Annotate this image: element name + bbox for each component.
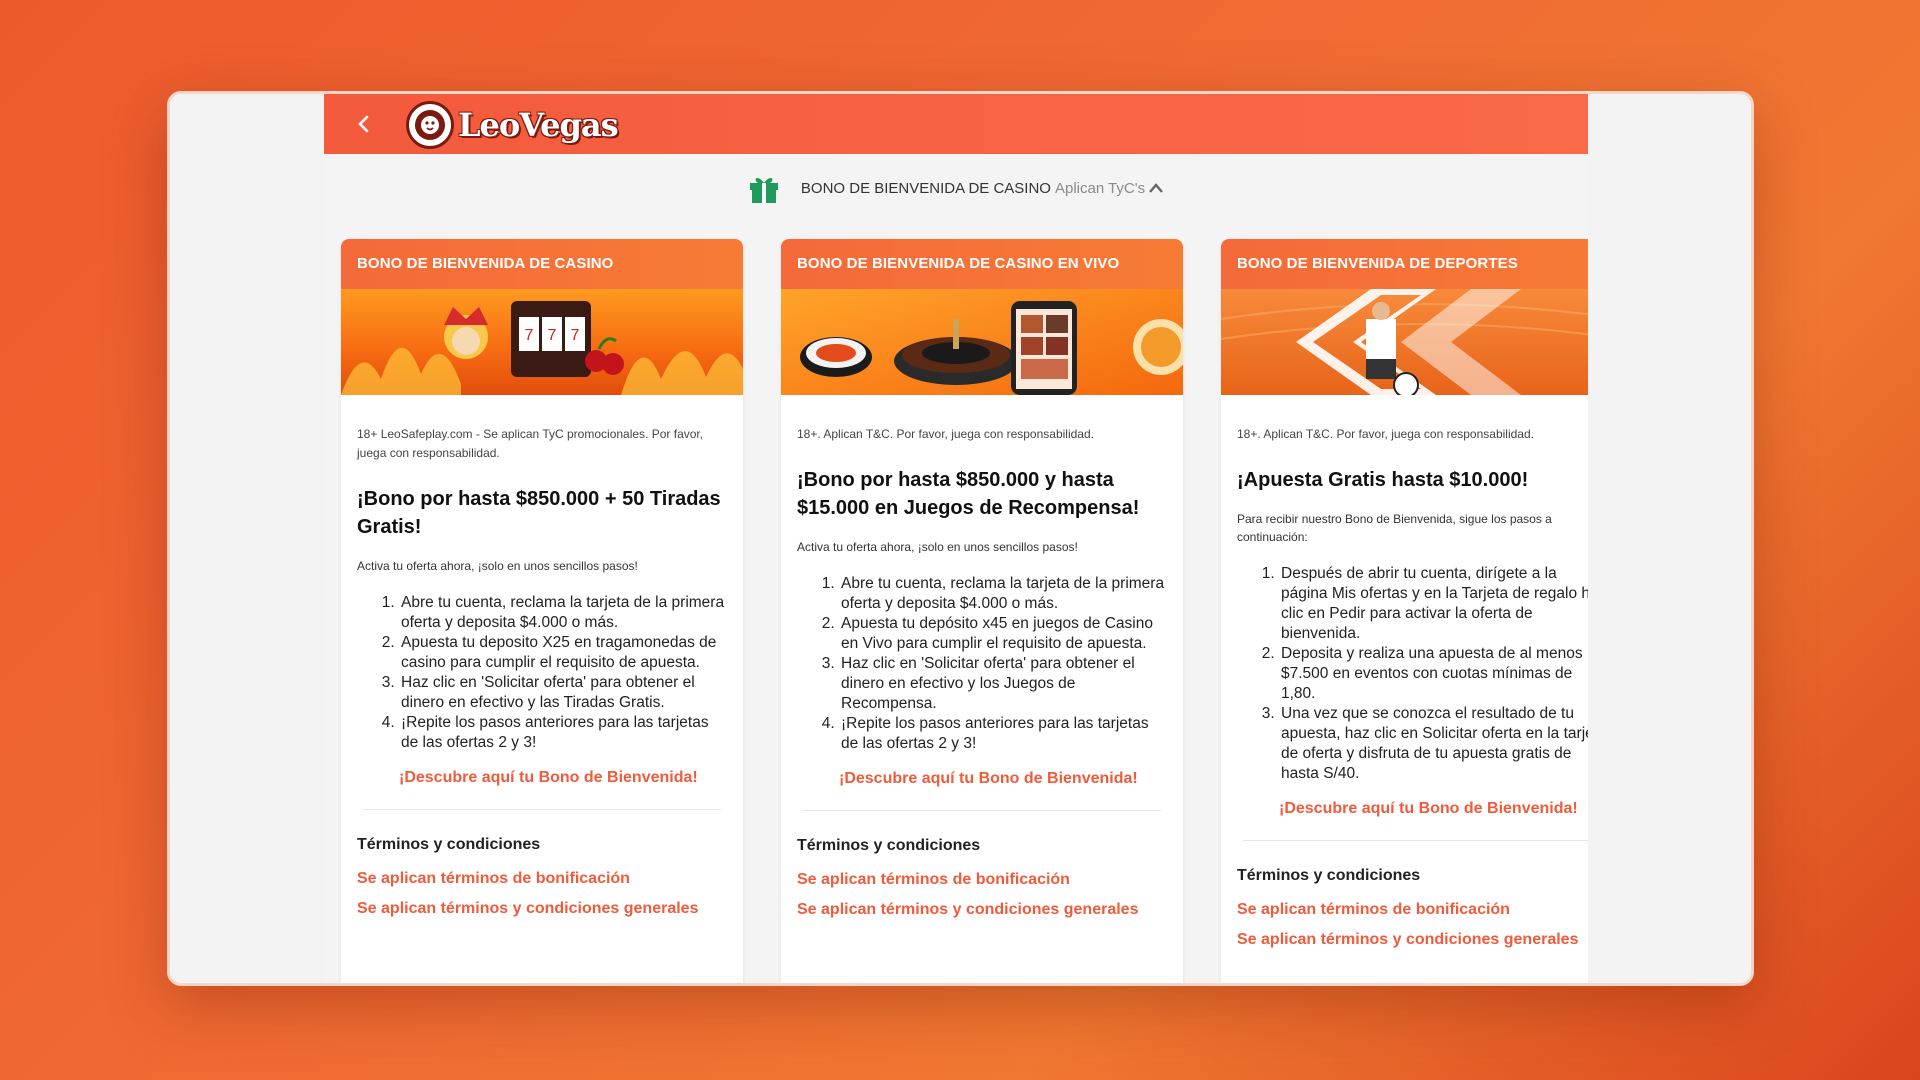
svg-text:7: 7 bbox=[525, 327, 534, 344]
svg-text:7: 7 bbox=[548, 327, 557, 344]
offer-headline: ¡Bono por hasta $850.000 y hasta $15.000… bbox=[797, 469, 1140, 519]
card-header: BONO DE BIENVENIDA DE CASINO EN VIVO bbox=[781, 239, 1183, 289]
sports-banner-image bbox=[1221, 289, 1588, 395]
casino-banner-image: 7 7 7 bbox=[341, 289, 743, 395]
discover-bonus-link[interactable]: ¡Descubre aquí tu Bono de Bienvenida! bbox=[797, 770, 1167, 788]
bonus-card-casino: BONO DE BIENVENIDA DE CASINO 7 7 7 18+ L… bbox=[341, 239, 743, 983]
bonus-selector[interactable]: BONO DE BIENVENIDA DE CASINO Aplican TyC… bbox=[324, 154, 1588, 222]
browser-frame: LeoVegas BONO DE BIENVENIDA DE CASINO Ap… bbox=[167, 91, 1754, 986]
general-terms-link[interactable]: Se aplican términos y condiciones genera… bbox=[1237, 931, 1588, 949]
site-page: LeoVegas BONO DE BIENVENIDA DE CASINO Ap… bbox=[324, 94, 1588, 983]
leovegas-logo[interactable]: LeoVegas bbox=[406, 100, 619, 150]
terms-title: Términos y condiciones bbox=[797, 837, 981, 854]
list-item: Una vez que se conozca el resultado de t… bbox=[1279, 704, 1588, 784]
bonus-terms-link[interactable]: Se aplican términos de bonificación bbox=[357, 870, 727, 888]
list-item: Abre tu cuenta, reclama la tarjeta de la… bbox=[399, 593, 727, 633]
general-terms-link[interactable]: Se aplican términos y condiciones genera… bbox=[357, 900, 727, 918]
divider bbox=[363, 809, 721, 810]
bonus-card-sports: BONO DE BIENVENIDA DE DEPORTES 18+. Apli… bbox=[1221, 239, 1588, 983]
list-item: Apuesta tu deposito X25 en tragamonedas … bbox=[399, 633, 727, 673]
chevron-left-icon bbox=[358, 115, 369, 133]
list-item: Apuesta tu depósito x45 en juegos de Cas… bbox=[839, 614, 1167, 654]
list-item: Después de abrir tu cuenta, dirígete a l… bbox=[1279, 564, 1588, 644]
live-casino-banner-image bbox=[781, 289, 1183, 395]
bonus-card-live-casino: BONO DE BIENVENIDA DE CASINO EN VIVO 18+… bbox=[781, 239, 1183, 983]
offer-headline: ¡Bono por hasta $850.000 + 50 Tiradas Gr… bbox=[357, 488, 721, 538]
list-item: Deposita y realiza una apuesta de al men… bbox=[1279, 644, 1588, 704]
back-button[interactable] bbox=[350, 110, 378, 138]
card-header: BONO DE BIENVENIDA DE CASINO bbox=[341, 239, 743, 289]
logo-text: LeoVegas bbox=[458, 106, 619, 144]
offer-headline: ¡Apuesta Gratis hasta $10.000! bbox=[1237, 469, 1529, 491]
top-bar: LeoVegas bbox=[324, 94, 1588, 154]
chevron-up-icon[interactable] bbox=[1147, 181, 1165, 195]
bonus-title: BONO DE BIENVENIDA DE CASINO bbox=[800, 179, 1051, 197]
legal-text: 18+. Aplican T&C. Por favor, juega con r… bbox=[1237, 427, 1534, 441]
gift-icon bbox=[749, 177, 778, 203]
bonus-terms-link[interactable]: Se aplican términos de bonificación bbox=[1237, 901, 1588, 919]
card-header: BONO DE BIENVENIDA DE DEPORTES bbox=[1221, 239, 1588, 289]
bonus-terms-link[interactable]: Se aplican términos de bonificación bbox=[797, 871, 1167, 889]
list-item: Haz clic en 'Solicitar oferta' para obte… bbox=[839, 654, 1167, 714]
steps-list: Abre tu cuenta, reclama la tarjeta de la… bbox=[797, 574, 1167, 754]
list-item: ¡Repite los pasos anteriores para las ta… bbox=[839, 714, 1167, 754]
bonus-tyc[interactable]: Aplican TyC's bbox=[1055, 180, 1145, 197]
discover-bonus-link[interactable]: ¡Descubre aquí tu Bono de Bienvenida! bbox=[1237, 800, 1588, 818]
list-item: Haz clic en 'Solicitar oferta' para obte… bbox=[399, 673, 727, 713]
general-terms-link[interactable]: Se aplican términos y condiciones genera… bbox=[797, 901, 1167, 919]
discover-bonus-link[interactable]: ¡Descubre aquí tu Bono de Bienvenida! bbox=[357, 769, 727, 787]
intro-text: Activa tu oferta ahora, ¡solo en unos se… bbox=[797, 540, 1078, 554]
steps-list: Después de abrir tu cuenta, dirígete a l… bbox=[1237, 564, 1588, 784]
svg-text:7: 7 bbox=[571, 327, 580, 344]
steps-list: Abre tu cuenta, reclama la tarjeta de la… bbox=[357, 593, 727, 753]
divider bbox=[1243, 840, 1588, 841]
intro-text: Activa tu oferta ahora, ¡solo en unos se… bbox=[357, 559, 638, 573]
legal-text: 18+ LeoSafeplay.com - Se aplican TyC pro… bbox=[357, 427, 704, 460]
terms-title: Términos y condiciones bbox=[1237, 867, 1421, 884]
legal-text: 18+. Aplican T&C. Por favor, juega con r… bbox=[797, 427, 1094, 441]
intro-text: Para recibir nuestro Bono de Bienvenida,… bbox=[1237, 512, 1552, 544]
list-item: Abre tu cuenta, reclama la tarjeta de la… bbox=[839, 574, 1167, 614]
terms-title: Términos y condiciones bbox=[357, 836, 541, 853]
divider bbox=[803, 810, 1161, 811]
list-item: ¡Repite los pasos anteriores para las ta… bbox=[399, 713, 727, 753]
lion-icon bbox=[406, 101, 454, 149]
